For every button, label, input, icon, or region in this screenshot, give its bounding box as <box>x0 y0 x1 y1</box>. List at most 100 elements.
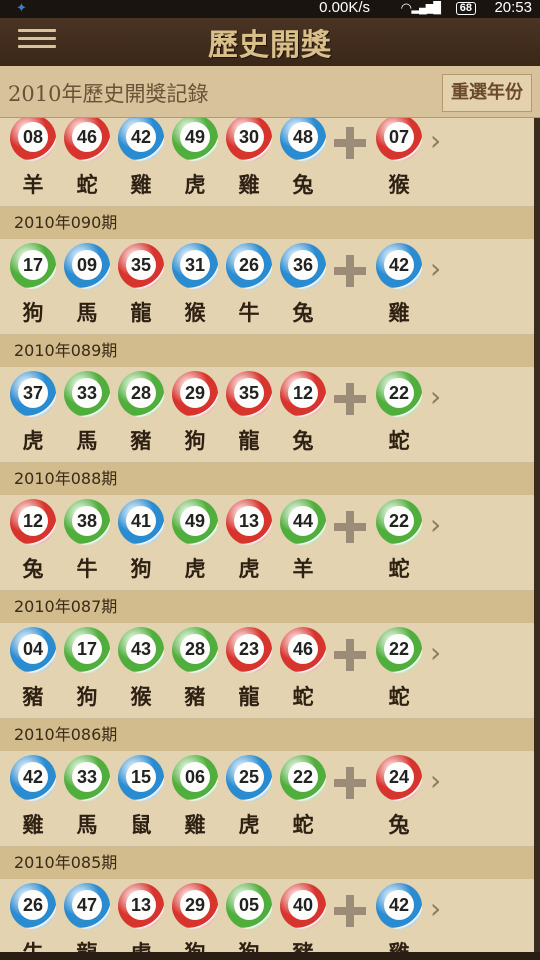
ball-icon: 23 <box>226 627 272 673</box>
draw-row[interactable]: 2010年086期 42 雞 33 馬 15 鼠 06 雞 25 虎 22 蛇 24 兔 › <box>0 718 534 846</box>
number-ball: 28 豬 <box>118 369 168 463</box>
reselect-year-button[interactable]: 重選年份 <box>442 74 532 112</box>
number-ball: 33 馬 <box>64 369 114 463</box>
ball-number: 49 <box>180 122 210 152</box>
ball-icon: 33 <box>64 755 110 801</box>
chevron-right-icon[interactable]: › <box>430 637 441 669</box>
zodiac-label: 蛇 <box>76 172 98 197</box>
number-ball: 40 豬 <box>280 881 330 952</box>
ball-icon: 44 <box>280 499 326 545</box>
ball-icon: 46 <box>64 118 110 161</box>
chevron-right-icon[interactable]: › <box>430 893 441 925</box>
ball-number: 48 <box>288 122 318 152</box>
ball-number: 17 <box>72 634 102 664</box>
scrollbar[interactable] <box>534 118 540 952</box>
ball-icon: 07 <box>376 118 422 161</box>
chevron-right-icon[interactable]: › <box>430 253 441 285</box>
number-ball: 15 鼠 <box>118 753 168 847</box>
number-ball: 12 兔 <box>10 497 60 591</box>
ball-icon: 22 <box>280 755 326 801</box>
zodiac-label: 鼠 <box>130 812 152 837</box>
ball-icon: 24 <box>376 755 422 801</box>
draw-numbers[interactable]: 37 虎 33 馬 28 豬 29 狗 35 龍 12 兔 22 蛇 › <box>10 369 530 463</box>
number-ball: 08 羊 <box>10 118 60 207</box>
number-ball: 49 虎 <box>172 497 222 591</box>
number-ball: 13 虎 <box>226 497 276 591</box>
ball-number: 46 <box>72 122 102 152</box>
zodiac-label: 雞 <box>22 812 44 837</box>
ball-icon: 09 <box>64 243 110 289</box>
draw-numbers[interactable]: 42 雞 33 馬 15 鼠 06 雞 25 虎 22 蛇 24 兔 › <box>10 753 530 847</box>
chevron-right-icon[interactable]: › <box>430 509 441 541</box>
draw-row[interactable]: 2010年088期 12 兔 38 牛 41 狗 49 虎 13 虎 44 羊 22 蛇 › <box>0 462 534 590</box>
ball-icon: 15 <box>118 755 164 801</box>
ball-icon: 12 <box>10 499 56 545</box>
history-title: 2010年歷史開獎記錄 <box>8 82 209 106</box>
zodiac-label: 狗 <box>226 937 272 952</box>
draw-row[interactable]: 2010年089期 37 虎 33 馬 28 豬 29 狗 35 龍 12 兔 22 蛇 › <box>0 334 534 462</box>
ball-icon: 42 <box>10 755 56 801</box>
zodiac-label: 虎 <box>184 556 206 581</box>
draw-numbers[interactable]: 08 羊 46 蛇 42 雞 49 虎 30 雞 48 兔 07 猴 › <box>10 118 530 207</box>
ball-number: 40 <box>288 890 318 920</box>
plus-icon <box>334 255 366 287</box>
plus-icon <box>334 895 366 927</box>
battery-icon: 68 <box>455 2 476 15</box>
draw-numbers[interactable]: 12 兔 38 牛 41 狗 49 虎 13 虎 44 羊 22 蛇 › <box>10 497 530 591</box>
zodiac-label: 豬 <box>22 684 44 709</box>
number-ball: 42 雞 <box>376 881 426 952</box>
draw-row[interactable]: 2010年087期 04 豬 17 狗 43 猴 28 豬 23 龍 46 蛇 22 蛇 › <box>0 590 534 718</box>
zodiac-label: 龍 <box>238 428 260 453</box>
number-ball: 37 虎 <box>10 369 60 463</box>
ball-icon: 37 <box>10 371 56 417</box>
ball-icon: 13 <box>118 883 164 929</box>
draw-numbers[interactable]: 26 牛 47 龍 13 虎 29 狗 05 狗 40 豬 42 雞 › <box>10 881 530 952</box>
period-label: 2010年087期 <box>0 591 534 623</box>
zodiac-label: 牛 <box>76 556 98 581</box>
ball-icon: 29 <box>172 883 218 929</box>
zodiac-label: 雞 <box>388 300 410 325</box>
zodiac-label: 蛇 <box>292 684 314 709</box>
zodiac-label: 蛇 <box>292 812 314 837</box>
draw-row[interactable]: 08 羊 46 蛇 42 雞 49 虎 30 雞 48 兔 07 猴 › <box>0 118 534 206</box>
zodiac-label: 虎 <box>22 428 44 453</box>
zodiac-label: 猴 <box>184 300 206 325</box>
number-ball: 35 龍 <box>226 369 276 463</box>
draw-list[interactable]: 08 羊 46 蛇 42 雞 49 虎 30 雞 48 兔 07 猴 › 2010年090期 17 狗 09 馬 35 龍… <box>0 118 534 952</box>
zodiac-label: 兔 <box>292 428 314 453</box>
ball-icon: 36 <box>280 243 326 289</box>
ball-number: 42 <box>18 762 48 792</box>
chevron-right-icon[interactable]: › <box>430 381 441 413</box>
draw-numbers[interactable]: 04 豬 17 狗 43 猴 28 豬 23 龍 46 蛇 22 蛇 › <box>10 625 530 719</box>
number-ball: 42 雞 <box>376 241 426 335</box>
ball-number: 06 <box>180 762 210 792</box>
draw-row[interactable]: 2010年085期 26 牛 47 龍 13 虎 29 狗 05 狗 40 豬 42 雞 › <box>0 846 534 952</box>
ball-icon: 40 <box>280 883 326 929</box>
ball-number: 41 <box>126 506 156 536</box>
number-ball: 42 雞 <box>118 118 168 207</box>
chevron-right-icon[interactable]: › <box>430 125 441 157</box>
ball-number: 43 <box>126 634 156 664</box>
ball-icon: 42 <box>118 118 164 161</box>
ball-number: 08 <box>18 122 48 152</box>
chevron-right-icon[interactable]: › <box>430 765 441 797</box>
ball-number: 42 <box>126 122 156 152</box>
plus-icon <box>334 767 366 799</box>
plus-icon <box>334 639 366 671</box>
ball-icon: 35 <box>226 371 272 417</box>
draw-row[interactable]: 2010年090期 17 狗 09 馬 35 龍 31 猴 26 牛 36 兔 42 雞 › <box>0 206 534 334</box>
ball-number: 24 <box>384 762 414 792</box>
number-ball: 06 雞 <box>172 753 222 847</box>
ball-number: 04 <box>18 634 48 664</box>
ball-number: 22 <box>384 506 414 536</box>
number-ball: 12 兔 <box>280 369 330 463</box>
ball-number: 26 <box>234 250 264 280</box>
number-ball: 05 狗 <box>226 881 276 952</box>
number-ball: 47 龍 <box>64 881 114 952</box>
zodiac-label: 狗 <box>130 556 152 581</box>
number-ball: 33 馬 <box>64 753 114 847</box>
number-ball: 22 蛇 <box>376 369 426 463</box>
ball-number: 47 <box>72 890 102 920</box>
draw-numbers[interactable]: 17 狗 09 馬 35 龍 31 猴 26 牛 36 兔 42 雞 › <box>10 241 530 335</box>
ball-number: 49 <box>180 506 210 536</box>
